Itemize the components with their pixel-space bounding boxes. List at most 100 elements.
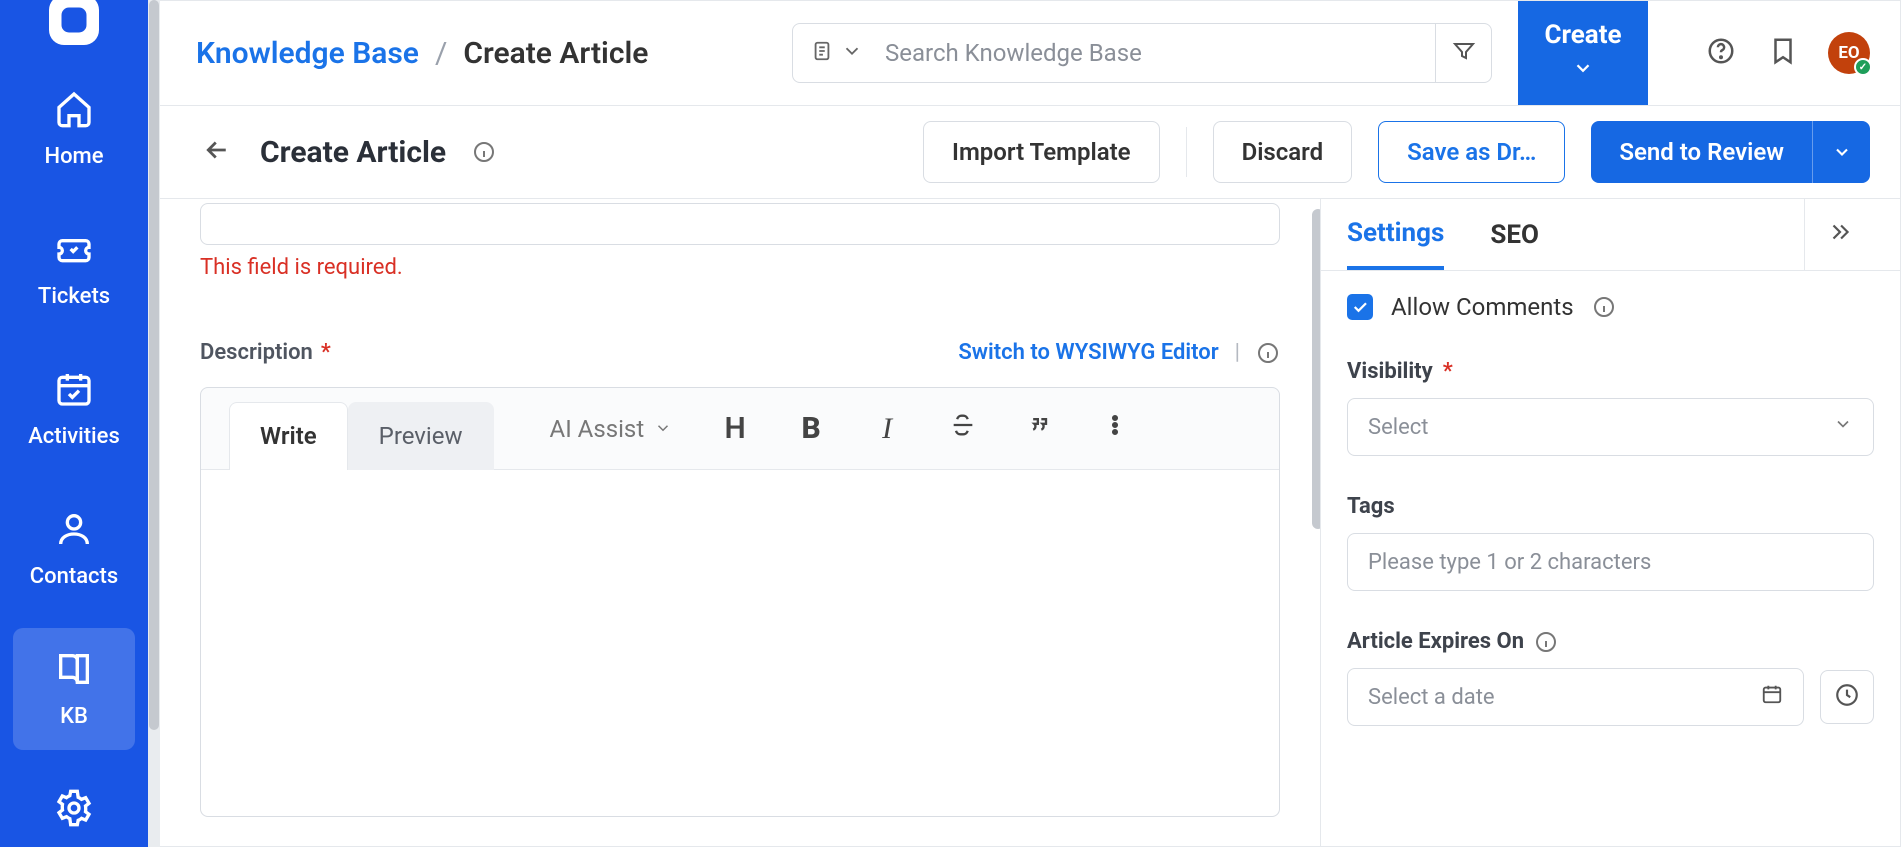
arrow-left-icon xyxy=(202,135,232,170)
tab-preview[interactable]: Preview xyxy=(348,402,494,470)
allow-comments-label: Allow Comments xyxy=(1391,293,1574,321)
tab-settings[interactable]: Settings xyxy=(1347,200,1444,270)
save-draft-button[interactable]: Save as Dr… xyxy=(1378,121,1565,183)
strike-button[interactable] xyxy=(948,414,978,444)
tab-seo[interactable]: SEO xyxy=(1490,202,1539,268)
nav-kb[interactable]: KB xyxy=(13,628,135,750)
ai-assist-button[interactable]: AI Assist xyxy=(550,415,673,443)
nav-label: Activities xyxy=(28,424,120,449)
breadcrumb-separator: / xyxy=(435,36,447,71)
bookmark-icon xyxy=(1768,36,1798,71)
bookmark-button[interactable] xyxy=(1766,36,1800,70)
article-form: This field is required. Description* Swi… xyxy=(160,199,1320,846)
content-row: This field is required. Description* Swi… xyxy=(160,199,1900,846)
send-to-review-button[interactable]: Send to Review xyxy=(1591,121,1870,183)
nav-label: Home xyxy=(44,144,103,169)
info-icon[interactable] xyxy=(472,140,496,164)
more-vertical-icon xyxy=(1101,411,1129,447)
nav-tickets[interactable]: Tickets xyxy=(13,208,135,330)
strikethrough-icon xyxy=(949,411,977,447)
italic-icon: I xyxy=(882,412,892,446)
visibility-select[interactable]: Select xyxy=(1347,398,1874,456)
avatar[interactable]: EO xyxy=(1828,32,1870,74)
gear-icon xyxy=(54,788,94,833)
visibility-label: Visibility* xyxy=(1347,359,1874,384)
required-marker: * xyxy=(321,340,331,365)
editor-tabs: Write Preview AI Assist H B I xyxy=(201,388,1279,470)
title-input[interactable] xyxy=(200,203,1280,245)
calendar-check-icon xyxy=(54,369,94,414)
send-to-review-caret[interactable] xyxy=(1812,121,1870,183)
presence-indicator xyxy=(1854,58,1872,76)
chevron-down-icon xyxy=(1833,414,1853,440)
page-title: Create Article xyxy=(260,135,446,170)
nav-label: KB xyxy=(60,704,88,729)
more-button[interactable] xyxy=(1100,414,1130,444)
italic-button[interactable]: I xyxy=(872,414,902,444)
heading-icon: H xyxy=(725,411,746,446)
description-editor: Write Preview AI Assist H B I xyxy=(200,387,1280,817)
title-error-text: This field is required. xyxy=(200,255,1280,280)
discard-button[interactable]: Discard xyxy=(1213,121,1353,183)
document-icon xyxy=(811,40,833,67)
editor-textarea[interactable] xyxy=(201,470,1279,816)
info-icon[interactable] xyxy=(1592,295,1616,319)
bold-button[interactable]: B xyxy=(796,414,826,444)
tags-field: Tags xyxy=(1347,494,1874,591)
expires-time-button[interactable] xyxy=(1820,670,1874,724)
nav-home[interactable]: Home xyxy=(13,68,135,190)
quote-icon xyxy=(1025,411,1053,447)
breadcrumb-root[interactable]: Knowledge Base xyxy=(196,36,419,71)
quote-button[interactable] xyxy=(1024,414,1054,444)
chevron-down-icon xyxy=(1572,56,1594,86)
breadcrumb: Knowledge Base / Create Article xyxy=(196,36,648,71)
search-input[interactable] xyxy=(881,39,1435,67)
search-bar xyxy=(792,23,1492,83)
expires-label: Article Expires On xyxy=(1347,629,1874,654)
search-filter-button[interactable] xyxy=(1435,24,1491,82)
page-action-bar: Create Article Import Template Discard S… xyxy=(160,106,1900,198)
expires-date-input[interactable]: Select a date xyxy=(1347,668,1804,726)
book-icon xyxy=(54,649,94,694)
home-icon xyxy=(54,89,94,134)
app-logo xyxy=(44,0,104,50)
info-icon[interactable] xyxy=(1256,341,1280,365)
expires-field: Article Expires On Select a date xyxy=(1347,629,1874,726)
back-button[interactable] xyxy=(200,135,234,169)
required-marker: * xyxy=(1443,359,1453,384)
heading-button[interactable]: H xyxy=(720,414,750,444)
chevron-down-icon xyxy=(654,415,672,443)
tags-input[interactable] xyxy=(1347,533,1874,591)
double-chevron-right-icon xyxy=(1827,219,1853,250)
sidebar-scroll-thumb[interactable] xyxy=(149,0,159,730)
nav-label: Contacts xyxy=(30,564,118,589)
create-label: Create xyxy=(1544,20,1621,50)
ticket-icon xyxy=(54,229,94,274)
form-scroll-thumb[interactable] xyxy=(1312,209,1320,529)
allow-comments-row: Allow Comments xyxy=(1347,293,1874,321)
nav-label: Tickets xyxy=(38,284,110,309)
create-button[interactable]: Create xyxy=(1518,1,1648,105)
breadcrumb-leaf: Create Article xyxy=(463,36,648,71)
switch-editor-link[interactable]: Switch to WYSIWYG Editor | xyxy=(958,340,1280,365)
panel-body: Allow Comments Visibility* Select Tags xyxy=(1321,271,1900,748)
calendar-icon xyxy=(1761,683,1783,711)
visibility-field: Visibility* Select xyxy=(1347,359,1874,456)
tab-write[interactable]: Write xyxy=(229,402,348,470)
search-scope-selector[interactable] xyxy=(793,40,881,67)
tags-label: Tags xyxy=(1347,494,1874,519)
nav-activities[interactable]: Activities xyxy=(13,348,135,470)
clock-icon xyxy=(1834,682,1860,713)
sidebar-scroll-track xyxy=(148,0,160,847)
nav-settings[interactable] xyxy=(13,788,135,833)
nav-contacts[interactable]: Contacts xyxy=(13,488,135,610)
top-actions: EO xyxy=(1704,32,1870,74)
panel-tabs: Settings SEO xyxy=(1321,199,1900,271)
import-template-button[interactable]: Import Template xyxy=(923,121,1160,183)
info-icon[interactable] xyxy=(1534,630,1558,654)
user-icon xyxy=(54,509,94,554)
chevron-down-icon xyxy=(841,40,863,67)
allow-comments-checkbox[interactable] xyxy=(1347,294,1373,320)
help-button[interactable] xyxy=(1704,36,1738,70)
panel-expand-button[interactable] xyxy=(1804,199,1874,270)
